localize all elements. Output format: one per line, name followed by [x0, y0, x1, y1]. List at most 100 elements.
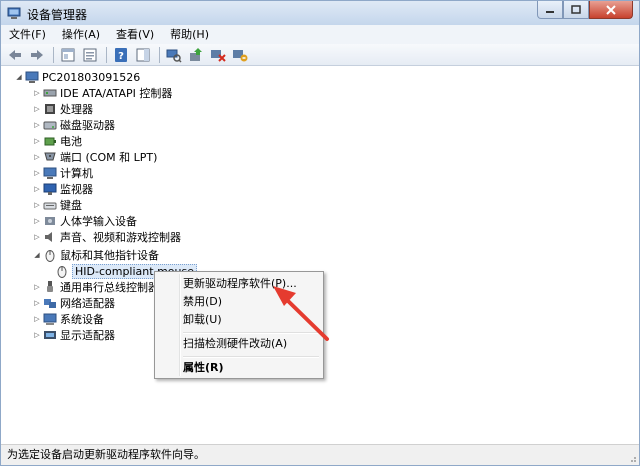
close-icon	[606, 4, 616, 15]
status-bar: 为选定设备启动更新驱动程序软件向导。	[1, 444, 639, 465]
device-tree[interactable]: ◢ PC201803091526 ▷ IDE ATA/ATAPI 控制器 ▷ 处理器 ▷…	[1, 67, 639, 443]
processor-icon	[45, 104, 55, 114]
caption-buttons	[537, 1, 633, 20]
tree-category[interactable]: 键盘	[43, 197, 82, 213]
properties-window-icon	[61, 48, 75, 61]
computer-root-icon	[25, 71, 39, 83]
tree-expander[interactable]: ◢	[33, 247, 41, 263]
tree-category-label: 声音、视频和游戏控制器	[60, 231, 181, 244]
port-icon	[44, 152, 56, 161]
system-device-icon	[43, 313, 57, 325]
update-driver-button[interactable]	[188, 47, 204, 63]
tree-expander[interactable]: ▷	[33, 165, 41, 181]
tree-category[interactable]: 端口 (COM 和 LPT)	[43, 149, 157, 165]
close-button[interactable]	[589, 1, 633, 19]
tree-category[interactable]: 鼠标和其他指针设备	[43, 247, 159, 263]
tree-expander[interactable]: ▷	[33, 279, 41, 295]
menu-help[interactable]: 帮助(H)	[162, 25, 217, 44]
tree-category-label: 鼠标和其他指针设备	[60, 249, 159, 262]
toolbar-separator	[159, 46, 160, 63]
tree-category[interactable]: 计算机	[43, 165, 93, 181]
forward-arrow-icon	[31, 49, 43, 60]
keyboard-icon	[43, 202, 57, 210]
tree-expander[interactable]: ▷	[33, 133, 41, 149]
tree-category[interactable]: 声音、视频和游戏控制器	[43, 229, 181, 245]
tree-root-label: PC201803091526	[42, 70, 141, 84]
resize-grip-icon[interactable]	[627, 453, 637, 463]
tree-category-label: 系统设备	[60, 313, 104, 326]
properties-window-button[interactable]	[60, 47, 76, 63]
tree-expander[interactable]: ▷	[33, 197, 41, 213]
tree-category[interactable]: 系统设备	[43, 311, 104, 327]
tree-root[interactable]: PC201803091526	[25, 69, 140, 85]
toolbar-separator	[106, 46, 107, 63]
menu-file[interactable]: 文件(F)	[1, 25, 54, 44]
tree-expander[interactable]: ▷	[33, 327, 41, 343]
tree-expander[interactable]: ▷	[33, 117, 41, 133]
ide-controller-icon	[43, 89, 57, 97]
menu-update-driver[interactable]: 更新驱动程序软件(P)...	[157, 275, 321, 293]
tree-category-label: 监视器	[60, 183, 93, 196]
menu-action[interactable]: 操作(A)	[54, 25, 108, 44]
back-button[interactable]	[7, 47, 23, 63]
display-adapter-icon	[44, 331, 56, 339]
tree-category[interactable]: 显示适配器	[43, 327, 115, 343]
window-title: 设备管理器	[27, 8, 88, 22]
menu-disable[interactable]: 禁用(D)	[157, 293, 321, 311]
menu-properties[interactable]: 属性(R)	[157, 359, 321, 377]
help-icon: ?	[115, 47, 127, 62]
menu-scan-hardware[interactable]: 扫描检测硬件改动(A)	[157, 335, 321, 353]
tree-category-label: 端口 (COM 和 LPT)	[60, 151, 158, 164]
mouse-device-icon	[57, 266, 67, 278]
maximize-button[interactable]	[563, 1, 589, 19]
title-bar: 设备管理器	[1, 1, 639, 25]
menu-uninstall[interactable]: 卸载(U)	[157, 311, 321, 329]
menu-separator	[183, 332, 319, 334]
tree-category[interactable]: 监视器	[43, 181, 93, 197]
device-manager-icon	[7, 7, 21, 19]
tree-expander[interactable]: ▷	[33, 101, 41, 117]
device-manager-window: 设备管理器 文件(F) 操作(A) 查看(V) 帮助(H) ? ◢ PC2018…	[0, 0, 640, 466]
toolbar: ?	[1, 44, 639, 66]
tree-expander[interactable]: ▷	[33, 213, 41, 229]
minimize-icon	[546, 10, 554, 13]
tree-category-label: 电池	[60, 135, 82, 148]
show-hidden-button[interactable]	[82, 47, 98, 63]
tree-expander[interactable]: ▷	[33, 181, 41, 197]
network-adapter-icon	[44, 299, 56, 308]
back-arrow-icon	[9, 49, 21, 60]
forward-button[interactable]	[29, 47, 45, 63]
uninstall-device-icon	[233, 49, 248, 61]
status-text: 为选定设备启动更新驱动程序软件向导。	[7, 448, 205, 461]
tree-category[interactable]: 电池	[43, 133, 82, 149]
action-pane-button[interactable]	[135, 47, 151, 63]
tree-category[interactable]: 处理器	[43, 101, 93, 117]
tree-category[interactable]: 磁盘驱动器	[43, 117, 115, 133]
tree-category-label: 显示适配器	[60, 329, 115, 342]
root-expander[interactable]: ◢	[15, 69, 23, 85]
context-menu: 更新驱动程序软件(P)... 禁用(D) 卸载(U) 扫描检测硬件改动(A) 属…	[154, 271, 324, 379]
tree-expander[interactable]: ▷	[33, 295, 41, 311]
tree-expander[interactable]: ▷	[33, 85, 41, 101]
tree-category[interactable]: IDE ATA/ATAPI 控制器	[43, 85, 172, 101]
tree-category[interactable]: 人体学输入设备	[43, 213, 137, 229]
tree-category-label: 计算机	[60, 167, 93, 180]
minimize-button[interactable]	[537, 1, 563, 19]
tree-category[interactable]: 网络适配器	[43, 295, 115, 311]
help-button[interactable]: ?	[113, 47, 129, 63]
svg-text:?: ?	[118, 51, 124, 62]
scan-hardware-button[interactable]	[166, 47, 182, 63]
tree-expander[interactable]: ▷	[33, 149, 41, 165]
hid-icon	[45, 217, 55, 225]
tree-category-label: 处理器	[60, 103, 93, 116]
tree-category[interactable]: 通用串行总线控制器	[43, 279, 159, 295]
show-hidden-icon	[83, 48, 97, 61]
uninstall-device-button[interactable]	[232, 47, 248, 63]
disable-device-button[interactable]	[210, 47, 226, 63]
tree-expander[interactable]: ▷	[33, 229, 41, 245]
mouse-icon	[45, 250, 55, 262]
menu-bar: 文件(F) 操作(A) 查看(V) 帮助(H)	[1, 25, 639, 44]
sound-icon	[45, 232, 52, 242]
tree-expander[interactable]: ▷	[33, 311, 41, 327]
menu-view[interactable]: 查看(V)	[108, 25, 162, 44]
